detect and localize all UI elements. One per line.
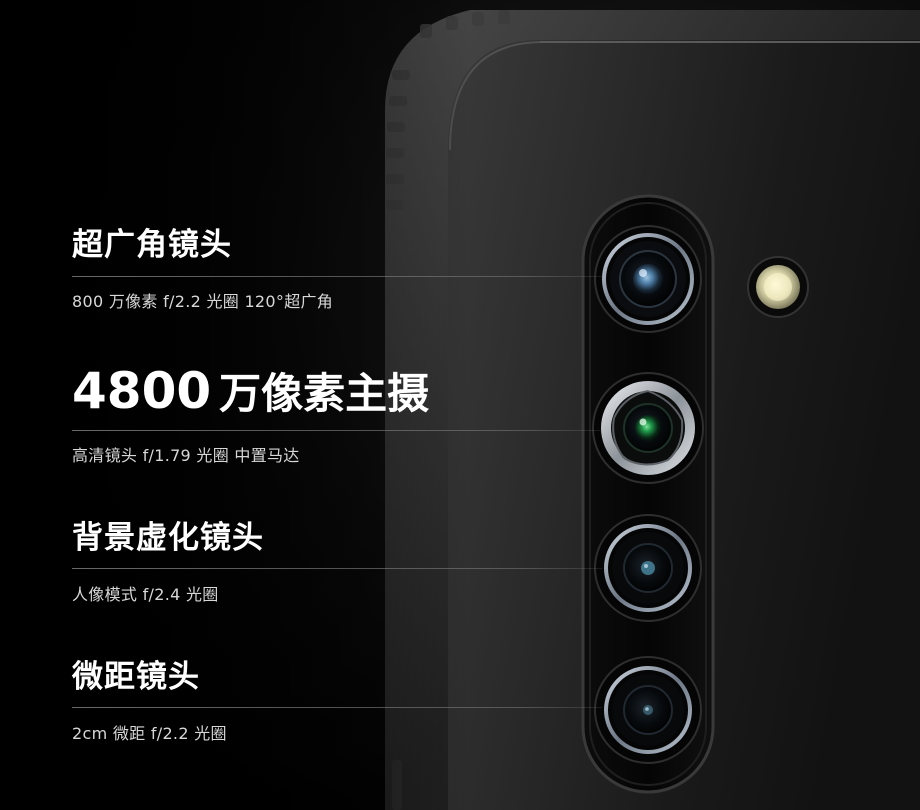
spec-main-subtitle: 高清镜头 f/1.79 光圈 中置马达 [72,446,300,465]
spec-ultrawide-subtitle: 800 万像素 f/2.2 光圈 120°超广角 [72,292,334,311]
depth-lens [594,514,702,622]
flash-led [747,256,809,318]
spec-main-title-text: 万像素主摄 [219,369,430,418]
spec-depth: 背景虚化镜头 [72,523,264,554]
spec-depth-title: 背景虚化镜头 [72,520,264,556]
spec-macro: 微距镜头 [72,662,200,693]
spec-macro-subtitle: 2cm 微距 f/2.2 光圈 [72,724,227,743]
divider-depth [72,568,602,569]
spec-main-title: 4800 万像素主摄 [72,366,429,416]
spec-ultrawide-title: 超广角镜头 [72,227,232,263]
ultrawide-lens [594,225,702,333]
spec-depth-subtitle: 人像模式 f/2.4 光圈 [72,585,219,604]
divider-macro [72,707,602,708]
spec-main: 4800 万像素主摄 [72,366,429,416]
spec-macro-sub-wrap: 2cm 微距 f/2.2 光圈 [72,726,227,742]
spec-main-megapixels: 4800 [72,362,212,420]
main-lens [592,372,704,484]
spec-main-sub-wrap: 高清镜头 f/1.79 光圈 中置马达 [72,448,300,464]
spec-ultrawide-sub-wrap: 800 万像素 f/2.2 光圈 120°超广角 [72,294,333,310]
divider-ultrawide [72,276,602,277]
divider-main [72,430,602,431]
spec-ultrawide: 超广角镜头 [72,230,232,261]
macro-lens [594,656,702,764]
spec-macro-title: 微距镜头 [72,659,200,695]
spec-depth-sub-wrap: 人像模式 f/2.4 光圈 [72,587,219,603]
